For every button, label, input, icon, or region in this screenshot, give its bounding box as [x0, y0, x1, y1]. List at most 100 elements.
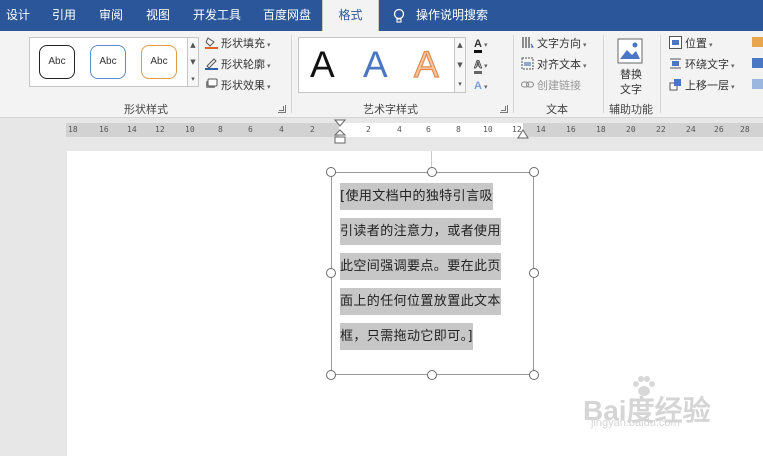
tab-review[interactable]: 审阅 — [99, 0, 123, 31]
text-effects-icon: A — [474, 80, 482, 92]
more-styles-icon[interactable]: ▾ — [188, 72, 198, 86]
wordart-orange[interactable]: A — [413, 45, 439, 83]
position-button[interactable]: 位置 ▾ — [669, 35, 713, 53]
quote-text[interactable]: [使用文档中的独特引言吸 引读者的注意力，或者使用 此空间强调要点。要在此页 面… — [340, 179, 525, 354]
text-effects-button[interactable]: A ▾ — [474, 77, 487, 95]
wordart-gallery-scroll[interactable]: ▲ ▼ ▾ — [454, 37, 466, 93]
resize-handle-top[interactable] — [427, 167, 437, 177]
tab-baidu-netdisk[interactable]: 百度网盘 — [263, 0, 311, 31]
tab-format[interactable]: 格式 — [322, 0, 379, 31]
rotate-icon[interactable] — [752, 79, 763, 89]
tab-developer[interactable]: 开发工具 — [193, 0, 241, 31]
ruler-number: 10 — [483, 125, 493, 134]
wordart-styles-launcher-icon[interactable] — [500, 105, 508, 113]
ruler-number: 6 — [426, 125, 431, 134]
position-label: 位置 — [685, 37, 707, 50]
accessibility-group-label: 辅助功能 — [609, 103, 653, 116]
resize-handle-bottom[interactable] — [427, 370, 437, 380]
wrap-text-button[interactable]: 环绕文字 ▾ — [669, 56, 735, 74]
shape-style-gallery-scroll[interactable]: ▲ ▼ ▾ — [187, 37, 199, 87]
ruler-number: 8 — [218, 125, 223, 134]
scroll-up-icon[interactable]: ▲ — [188, 38, 198, 52]
shape-style-blue[interactable]: Abc — [90, 45, 126, 79]
pen-icon — [205, 58, 218, 70]
ribbon: Abc Abc Abc ▲ ▼ ▾ 形状填充 ▾ 形状轮廓 ▾ 形状效果 ▾ 形状样式… — [0, 31, 763, 118]
indent-marker-icon[interactable] — [333, 119, 347, 145]
group-divider — [660, 35, 661, 113]
ruler-number: 8 — [456, 125, 461, 134]
tab-view[interactable]: 视图 — [146, 0, 170, 31]
align-text-icon — [521, 57, 534, 70]
shape-style-orange[interactable]: Abc — [141, 45, 177, 79]
ruler-number: 6 — [248, 125, 253, 134]
wordart-styles-group-label: 艺术字样式 — [363, 103, 418, 116]
ruler-number: 18 — [596, 125, 606, 134]
shape-styles-group-label: 形状样式 — [124, 103, 168, 116]
right-indent-marker-icon[interactable] — [517, 128, 529, 140]
group-divider — [603, 35, 604, 113]
group-objects-icon[interactable] — [752, 58, 763, 68]
resize-handle-left[interactable] — [326, 268, 336, 278]
ruler-number: 20 — [626, 125, 636, 134]
more-styles-icon[interactable]: ▾ — [455, 77, 465, 91]
ribbon-tab-bar: 设计 引用 审阅 视图 开发工具 百度网盘 格式 操作说明搜索 — [0, 0, 763, 31]
ruler-number: 16 — [566, 125, 576, 134]
shape-fill-button[interactable]: 形状填充 ▾ — [205, 35, 271, 53]
ruler-number: 14 — [127, 125, 137, 134]
tab-design[interactable]: 设计 — [6, 0, 30, 31]
quote-line: 框，只需拖动它即可。] — [340, 323, 473, 350]
text-outline-icon: A — [474, 59, 482, 74]
resize-handle-top-left[interactable] — [326, 167, 336, 177]
resize-handle-top-right[interactable] — [529, 167, 539, 177]
shape-effects-button[interactable]: 形状效果 ▾ — [205, 77, 271, 95]
shape-effects-icon — [206, 78, 218, 88]
tab-references[interactable]: 引用 — [52, 0, 76, 31]
bring-forward-button[interactable]: 上移一层 ▾ — [669, 77, 735, 95]
text-direction-icon — [522, 37, 534, 48]
text-fill-button[interactable]: A ▾ — [474, 35, 487, 53]
resize-handle-bottom-left[interactable] — [326, 370, 336, 380]
resize-handle-right[interactable] — [529, 268, 539, 278]
ruler-number: 4 — [397, 125, 402, 134]
ruler-number: 24 — [686, 125, 696, 134]
shape-styles-launcher-icon[interactable] — [278, 105, 286, 113]
ruler-number: 12 — [155, 125, 165, 134]
ruler-number: 10 — [185, 125, 195, 134]
text-fill-icon: A — [474, 38, 482, 53]
shape-outline-button[interactable]: 形状轮廓 ▾ — [205, 56, 271, 74]
quote-line: 引读者的注意力，或者使用 — [340, 218, 501, 245]
create-link-button[interactable]: 创建链接 — [521, 77, 581, 95]
bring-forward-icon — [669, 79, 681, 91]
watermark-url: jingyan.baidu.com — [591, 417, 680, 429]
scroll-down-icon[interactable]: ▼ — [188, 55, 198, 69]
ruler-number: 22 — [656, 125, 666, 134]
ruler-number: 2 — [310, 125, 315, 134]
scroll-up-icon[interactable]: ▲ — [455, 38, 465, 52]
shape-outline-label: 形状轮廓 — [221, 58, 265, 71]
position-icon — [669, 36, 682, 49]
ruler-number: 16 — [99, 125, 109, 134]
tell-me-search[interactable]: 操作说明搜索 — [416, 0, 488, 31]
resize-handle-bottom-right[interactable] — [529, 370, 539, 380]
paint-bucket-icon — [205, 37, 218, 49]
alt-text-label-1: 替换 — [620, 68, 642, 81]
scroll-down-icon[interactable]: ▼ — [455, 58, 465, 72]
text-outline-button[interactable]: A ▾ — [474, 56, 487, 74]
align-text-button[interactable]: 对齐文本 ▾ — [521, 56, 587, 74]
wordart-black[interactable]: A — [310, 46, 335, 83]
bring-forward-label: 上移一层 — [685, 79, 729, 92]
lightbulb-icon — [393, 8, 405, 23]
shape-effects-label: 形状效果 — [221, 79, 265, 92]
ruler-number: 2 — [366, 125, 371, 134]
align-icon[interactable] — [752, 37, 763, 47]
link-icon — [521, 81, 534, 88]
shape-style-dark[interactable]: Abc — [39, 45, 75, 79]
align-text-label: 对齐文本 — [537, 58, 581, 71]
ruler-number: 4 — [279, 125, 284, 134]
text-direction-button[interactable]: 文字方向 ▾ — [521, 35, 587, 53]
alt-text-button-line2[interactable]: 文字 — [620, 81, 642, 99]
ruler-number: 18 — [68, 125, 78, 134]
group-divider — [513, 35, 514, 113]
alt-text-label-2: 文字 — [620, 83, 642, 96]
wordart-blue[interactable]: A — [363, 46, 388, 83]
